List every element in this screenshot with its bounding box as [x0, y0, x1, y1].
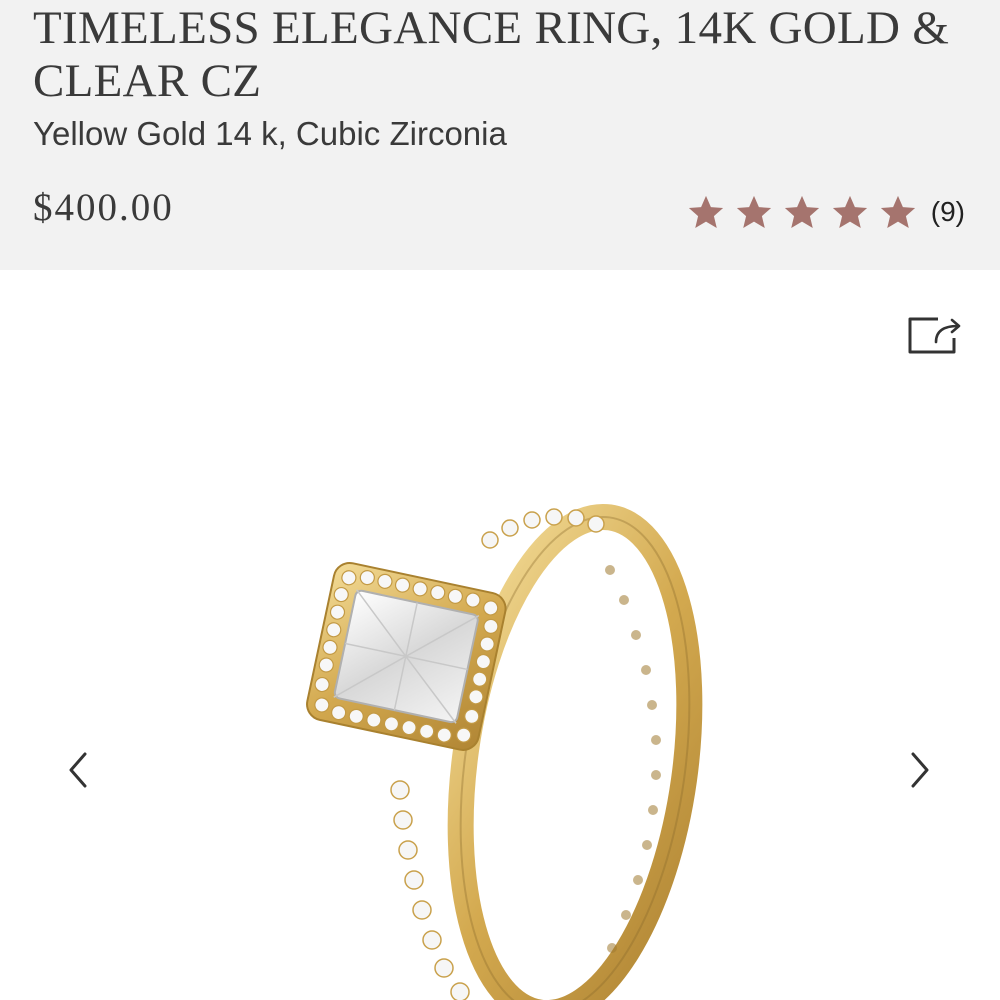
- star-icon: [736, 195, 771, 228]
- star-icon: [880, 195, 915, 228]
- star-icon: [832, 195, 867, 228]
- product-title: TIMELESS ELEGANCE RING, 14K GOLD & CLEAR…: [33, 2, 950, 107]
- chevron-right-icon[interactable]: [900, 748, 940, 792]
- product-rating[interactable]: (9): [687, 192, 965, 232]
- ring-product-image: [306, 503, 703, 1000]
- share-icon[interactable]: [906, 314, 964, 356]
- rating-stars: [687, 193, 927, 231]
- star-icon: [688, 195, 723, 228]
- product-header: TIMELESS ELEGANCE RING, 14K GOLD & CLEAR…: [0, 0, 1000, 270]
- review-count[interactable]: (9): [931, 196, 965, 228]
- star-icon: [784, 195, 819, 228]
- chevron-left-icon[interactable]: [58, 748, 98, 792]
- product-subtitle: Yellow Gold 14 k, Cubic Zirconia: [33, 115, 507, 152]
- product-price: $400.00: [33, 186, 174, 229]
